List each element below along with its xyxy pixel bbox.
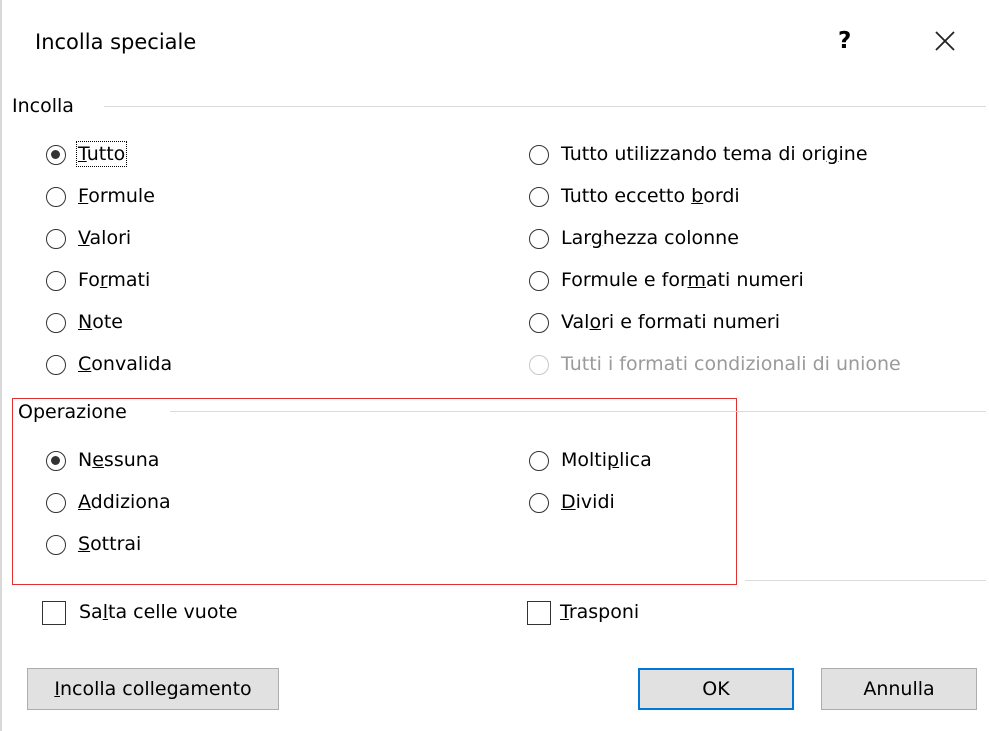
radio-circle bbox=[46, 187, 66, 207]
option-label: Formati bbox=[78, 269, 151, 291]
help-button[interactable]: ? bbox=[838, 28, 851, 54]
operation-group-label: Operazione bbox=[18, 401, 127, 423]
radio-circle bbox=[529, 355, 549, 375]
radio-circle bbox=[529, 187, 549, 207]
paste-special-dialog: Incolla speciale ? Incolla Tutto Formule… bbox=[0, 0, 989, 731]
close-button[interactable] bbox=[930, 26, 960, 56]
radio-circle bbox=[46, 535, 66, 555]
checkbox-box bbox=[527, 601, 551, 625]
option-label: Moltiplica bbox=[561, 449, 652, 471]
cancel-button[interactable]: Annulla bbox=[821, 668, 977, 710]
option-label: Tutto utilizzando tema di origine bbox=[561, 143, 868, 165]
option-label: Sottrai bbox=[78, 533, 142, 555]
option-label: Tutto eccetto bordi bbox=[561, 185, 740, 207]
option-label: Tutti i formati condizionali di unione bbox=[561, 353, 901, 375]
option-label: Nessuna bbox=[78, 449, 160, 471]
radio-circle bbox=[46, 271, 66, 291]
option-label: Convalida bbox=[78, 353, 173, 375]
radio-circle bbox=[529, 271, 549, 291]
radio-circle bbox=[529, 313, 549, 333]
paste-link-button[interactable]: Incolla collegamento bbox=[27, 668, 279, 710]
radio-circle bbox=[46, 451, 66, 471]
option-label: Formule bbox=[78, 185, 155, 207]
option-label: Salta celle vuote bbox=[79, 601, 238, 623]
operation-group-divider bbox=[170, 411, 986, 412]
radio-circle bbox=[529, 229, 549, 249]
option-label: Tutto bbox=[75, 141, 128, 167]
radio-circle bbox=[529, 451, 549, 471]
paste-group-divider bbox=[104, 106, 986, 107]
option-label: Addiziona bbox=[78, 491, 171, 513]
options-divider bbox=[745, 580, 986, 581]
radio-circle bbox=[529, 493, 549, 513]
checkbox-box bbox=[42, 601, 66, 625]
option-label: Trasponi bbox=[560, 601, 640, 623]
dialog-title: Incolla speciale bbox=[35, 30, 197, 54]
radio-circle bbox=[46, 145, 66, 165]
option-label: Valori e formati numeri bbox=[561, 311, 781, 333]
close-icon bbox=[935, 31, 955, 51]
radio-circle bbox=[46, 355, 66, 375]
option-label: Valori bbox=[78, 227, 132, 249]
option-label: Note bbox=[78, 311, 123, 333]
window-edge bbox=[0, 0, 2, 731]
option-label: Dividi bbox=[561, 491, 615, 513]
radio-circle bbox=[46, 229, 66, 249]
paste-group-label: Incolla bbox=[12, 95, 74, 117]
radio-circle bbox=[529, 145, 549, 165]
ok-button[interactable]: OK bbox=[638, 668, 794, 710]
option-label: Larghezza colonne bbox=[561, 227, 739, 249]
radio-circle bbox=[46, 313, 66, 333]
option-label: Formule e formati numeri bbox=[561, 269, 804, 291]
radio-circle bbox=[46, 493, 66, 513]
